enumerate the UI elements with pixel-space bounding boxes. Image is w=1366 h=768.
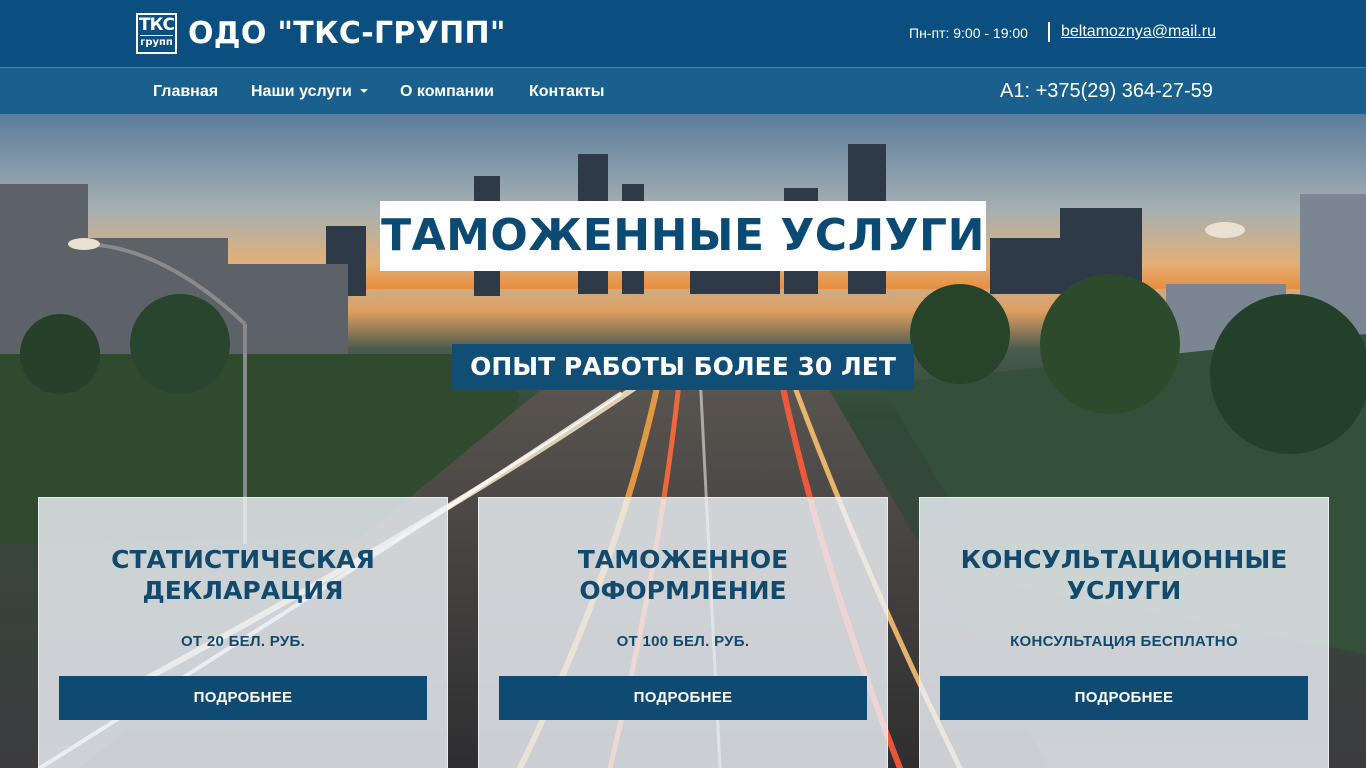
phone-link[interactable]: A1: +375(29) 364-27-59 xyxy=(1000,79,1213,103)
hero-subtitle: ОПЫТ РАБОТЫ БОЛЕЕ 30 ЛЕТ xyxy=(452,344,914,390)
nav-item-services[interactable]: Наши услуги xyxy=(251,82,368,102)
nav-item-home[interactable]: Главная xyxy=(153,82,218,102)
logo-text-top: ТКС xyxy=(139,15,175,35)
card-title: ТАМОЖЕННОЕ ОФОРМЛЕНИЕ xyxy=(479,544,887,606)
details-button[interactable]: ПОДРОБНЕЕ xyxy=(59,676,427,720)
details-button[interactable]: ПОДРОБНЕЕ xyxy=(940,676,1308,720)
service-card-consulting: КОНСУЛЬТАЦИОННЫЕ УСЛУГИ КОНСУЛЬТАЦИЯ БЕС… xyxy=(919,497,1329,768)
card-title-line: СТАТИСТИЧЕСКАЯ xyxy=(111,545,375,574)
company-logo[interactable]: ТКС групп xyxy=(136,13,177,54)
working-hours: Пн-пт: 9:00 - 19:00 xyxy=(909,25,1028,41)
card-title: СТАТИСТИЧЕСКАЯ ДЕКЛАРАЦИЯ xyxy=(39,544,447,606)
nav-item-services-label: Наши услуги xyxy=(251,83,352,100)
card-title-line: КОНСУЛЬТАЦИОННЫЕ xyxy=(960,545,1288,574)
card-price: ОТ 100 БЕЛ. РУБ. xyxy=(616,633,750,650)
nav-item-about[interactable]: О компании xyxy=(400,82,494,102)
top-header: ТКС групп ОДО "ТКС-ГРУПП" Пн-пт: 9:00 - … xyxy=(0,0,1366,67)
card-title-line: ТАМОЖЕННОЕ xyxy=(577,545,789,574)
card-title-line: ОФОРМЛЕНИЕ xyxy=(579,576,787,605)
card-title-line: ДЕКЛАРАЦИЯ xyxy=(142,576,344,605)
hero-banner: ТАМОЖЕННЫЕ УСЛУГИ ОПЫТ РАБОТЫ БОЛЕЕ 30 Л… xyxy=(0,114,1366,768)
service-card-customs-clearance: ТАМОЖЕННОЕ ОФОРМЛЕНИЕ ОТ 100 БЕЛ. РУБ. П… xyxy=(478,497,888,768)
hero-title: ТАМОЖЕННЫЕ УСЛУГИ xyxy=(380,201,986,271)
card-title-line: УСЛУГИ xyxy=(1066,576,1182,605)
service-card-statistical-declaration: СТАТИСТИЧЕСКАЯ ДЕКЛАРАЦИЯ ОТ 20 БЕЛ. РУБ… xyxy=(38,497,448,768)
logo-text-bottom: групп xyxy=(140,35,173,48)
chevron-down-icon xyxy=(359,88,368,93)
header-divider xyxy=(1048,22,1050,42)
main-navigation: Главная Наши услуги О компании Контакты … xyxy=(0,67,1366,114)
nav-item-contacts[interactable]: Контакты xyxy=(529,82,604,102)
card-price: ОТ 20 БЕЛ. РУБ. xyxy=(180,633,306,650)
email-link[interactable]: beltamoznya@mail.ru xyxy=(1061,22,1216,42)
card-title: КОНСУЛЬТАЦИОННЫЕ УСЛУГИ xyxy=(920,544,1328,606)
company-name[interactable]: ОДО "ТКС-ГРУПП" xyxy=(188,15,506,53)
card-price: КОНСУЛЬТАЦИЯ БЕСПЛАТНО xyxy=(1010,633,1238,650)
details-button[interactable]: ПОДРОБНЕЕ xyxy=(499,676,867,720)
